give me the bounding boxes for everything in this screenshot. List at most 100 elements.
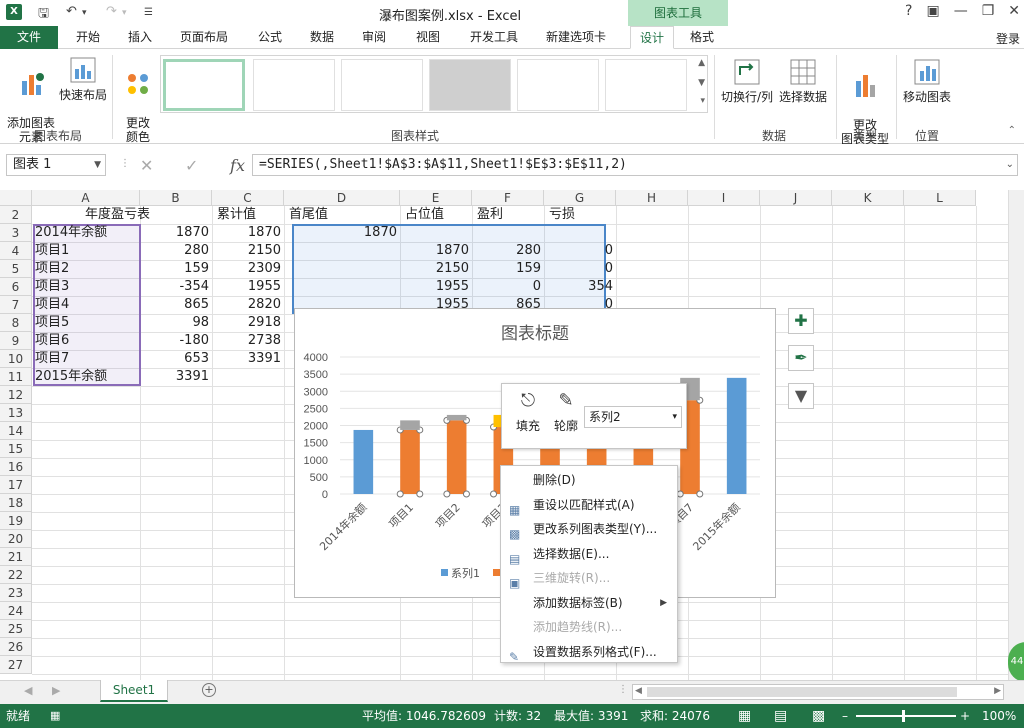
context-menu-item[interactable]: ▤ 选择数据(E)... bbox=[501, 542, 677, 566]
gallery-down-icon[interactable]: ▼ bbox=[698, 78, 705, 88]
chart-styles-button[interactable]: ✒ bbox=[788, 345, 814, 371]
save-icon[interactable]: 🖫 bbox=[38, 4, 49, 26]
chart-filters-button[interactable]: ▼ bbox=[788, 383, 814, 409]
context-menu-item[interactable]: ▩ 更改系列图表类型(Y)... bbox=[501, 517, 677, 541]
cancel-icon[interactable]: ✕ bbox=[140, 156, 153, 175]
tab-format[interactable]: 格式 bbox=[682, 26, 722, 49]
cell-f[interactable]: 280 bbox=[472, 242, 544, 260]
scroll-left-icon[interactable]: ◀ bbox=[635, 686, 642, 696]
sheet-next-icon[interactable]: ▶ bbox=[52, 684, 60, 697]
horizontal-scrollbar[interactable]: ◀ ▶ bbox=[632, 684, 1004, 700]
name-box-dropdown-icon[interactable]: ▼ bbox=[94, 155, 101, 175]
cell-e[interactable]: 1955 bbox=[400, 278, 472, 296]
redo-dropdown-icon[interactable]: ▾ bbox=[122, 8, 127, 18]
row-header[interactable]: 22 bbox=[0, 566, 32, 584]
minimize-icon[interactable]: — bbox=[954, 3, 968, 19]
row-header[interactable]: 3 bbox=[0, 224, 32, 242]
chart-style-4[interactable] bbox=[429, 59, 511, 111]
expand-formula-icon[interactable]: ⌄ bbox=[1006, 159, 1014, 170]
bar-系列1[interactable] bbox=[353, 429, 374, 494]
zoom-in-icon[interactable]: + bbox=[960, 704, 970, 728]
column-header[interactable]: G bbox=[544, 190, 616, 206]
chart-style-5[interactable] bbox=[517, 59, 599, 111]
column-header[interactable]: K bbox=[832, 190, 904, 206]
bar-系列3[interactable] bbox=[446, 414, 467, 421]
restore-icon[interactable]: ❐ bbox=[982, 3, 995, 19]
cell-a[interactable]: 项目7 bbox=[32, 350, 140, 368]
cell-g[interactable]: 0 bbox=[544, 242, 616, 260]
tab-file[interactable]: 文件 bbox=[0, 26, 58, 49]
column-header[interactable]: H bbox=[616, 190, 688, 206]
tab-review[interactable]: 审阅 bbox=[354, 26, 394, 49]
customize-qat-icon[interactable]: ☰ bbox=[144, 7, 153, 18]
switch-row-column-button[interactable]: 切换行/列 bbox=[718, 57, 776, 104]
selection-handle[interactable] bbox=[462, 490, 470, 498]
column-header[interactable]: D bbox=[284, 190, 400, 206]
cell-a[interactable]: 项目3 bbox=[32, 278, 140, 296]
cell-c[interactable]: 2150 bbox=[212, 242, 284, 260]
column-header[interactable]: I bbox=[688, 190, 760, 206]
move-chart-button[interactable]: 移动图表 bbox=[900, 57, 954, 104]
sheet-tab-sheet1[interactable]: Sheet1 bbox=[100, 680, 168, 702]
selection-handle[interactable] bbox=[696, 490, 704, 498]
context-menu-item[interactable]: 删除(D) bbox=[501, 468, 677, 492]
normal-view-icon[interactable]: ▦ bbox=[738, 704, 751, 728]
header-cell-f[interactable]: 盈利 bbox=[474, 206, 506, 224]
series-select[interactable]: 系列2 ▾ bbox=[584, 406, 682, 428]
row-header[interactable]: 7 bbox=[0, 296, 32, 314]
cell-b[interactable]: -354 bbox=[140, 278, 212, 296]
cell-c[interactable]: 2918 bbox=[212, 314, 284, 332]
chart-style-3[interactable] bbox=[341, 59, 423, 111]
cell-c[interactable]: 2820 bbox=[212, 296, 284, 314]
tab-insert[interactable]: 插入 bbox=[120, 26, 160, 49]
header-cell-a[interactable]: 年度盈亏表 bbox=[82, 206, 153, 224]
cell-b[interactable]: 1870 bbox=[140, 224, 212, 242]
cell-c[interactable]: 1870 bbox=[212, 224, 284, 242]
header-cell-g[interactable]: 亏损 bbox=[546, 206, 578, 224]
row-header[interactable]: 6 bbox=[0, 278, 32, 296]
column-header[interactable]: J bbox=[760, 190, 832, 206]
cell-d[interactable]: 1870 bbox=[284, 224, 400, 242]
row-header[interactable]: 5 bbox=[0, 260, 32, 278]
ribbon-display-icon[interactable]: ▣ bbox=[926, 3, 939, 19]
tab-home[interactable]: 开始 bbox=[68, 26, 108, 49]
row-header[interactable]: 18 bbox=[0, 494, 32, 512]
zoom-slider[interactable] bbox=[856, 715, 956, 717]
name-box[interactable]: 图表 1 ▼ bbox=[6, 154, 106, 176]
tab-page-layout[interactable]: 页面布局 bbox=[172, 26, 236, 49]
bar-系列2[interactable] bbox=[400, 429, 420, 494]
cell-a[interactable]: 项目4 bbox=[32, 296, 140, 314]
cell-c[interactable]: 2738 bbox=[212, 332, 284, 350]
row-header[interactable]: 8 bbox=[0, 314, 32, 332]
bar-系列3[interactable] bbox=[400, 420, 420, 430]
collapse-ribbon-icon[interactable]: ⌃ bbox=[1008, 125, 1016, 136]
column-header[interactable]: A bbox=[32, 190, 140, 206]
scroll-right-icon[interactable]: ▶ bbox=[994, 686, 1001, 696]
zoom-out-icon[interactable]: – bbox=[842, 704, 848, 728]
change-colors-button[interactable]: 更改 颜色 bbox=[118, 55, 158, 144]
row-header[interactable]: 19 bbox=[0, 512, 32, 530]
sheet-prev-icon[interactable]: ◀ bbox=[24, 684, 32, 697]
tab-new-tab[interactable]: 新建选项卡 bbox=[538, 26, 614, 49]
add-sheet-icon[interactable]: + bbox=[202, 683, 216, 697]
cell-a[interactable]: 项目5 bbox=[32, 314, 140, 332]
page-layout-view-icon[interactable]: ▤ bbox=[774, 704, 787, 728]
login-link[interactable]: 登录 bbox=[996, 30, 1020, 47]
zoom-slider-thumb[interactable] bbox=[902, 710, 905, 722]
cell-b[interactable]: 98 bbox=[140, 314, 212, 332]
cell-b[interactable]: 865 bbox=[140, 296, 212, 314]
context-menu-item[interactable]: 添加数据标签(B) ▶ bbox=[501, 591, 677, 615]
row-header[interactable]: 11 bbox=[0, 368, 32, 386]
fill-button[interactable]: ⎋ 填充 bbox=[510, 390, 546, 434]
legend-swatch[interactable] bbox=[441, 569, 448, 576]
row-header[interactable]: 9 bbox=[0, 332, 32, 350]
outline-button[interactable]: ✎ 轮廓 bbox=[548, 390, 584, 434]
cell-c[interactable]: 1955 bbox=[212, 278, 284, 296]
legend-swatch[interactable] bbox=[493, 569, 500, 576]
row-header[interactable]: 15 bbox=[0, 440, 32, 458]
column-header[interactable]: C bbox=[212, 190, 284, 206]
cell-b[interactable]: 280 bbox=[140, 242, 212, 260]
cell-b[interactable]: 653 bbox=[140, 350, 212, 368]
cell-b[interactable]: 159 bbox=[140, 260, 212, 278]
header-cell-c[interactable]: 累计值 bbox=[214, 206, 259, 224]
